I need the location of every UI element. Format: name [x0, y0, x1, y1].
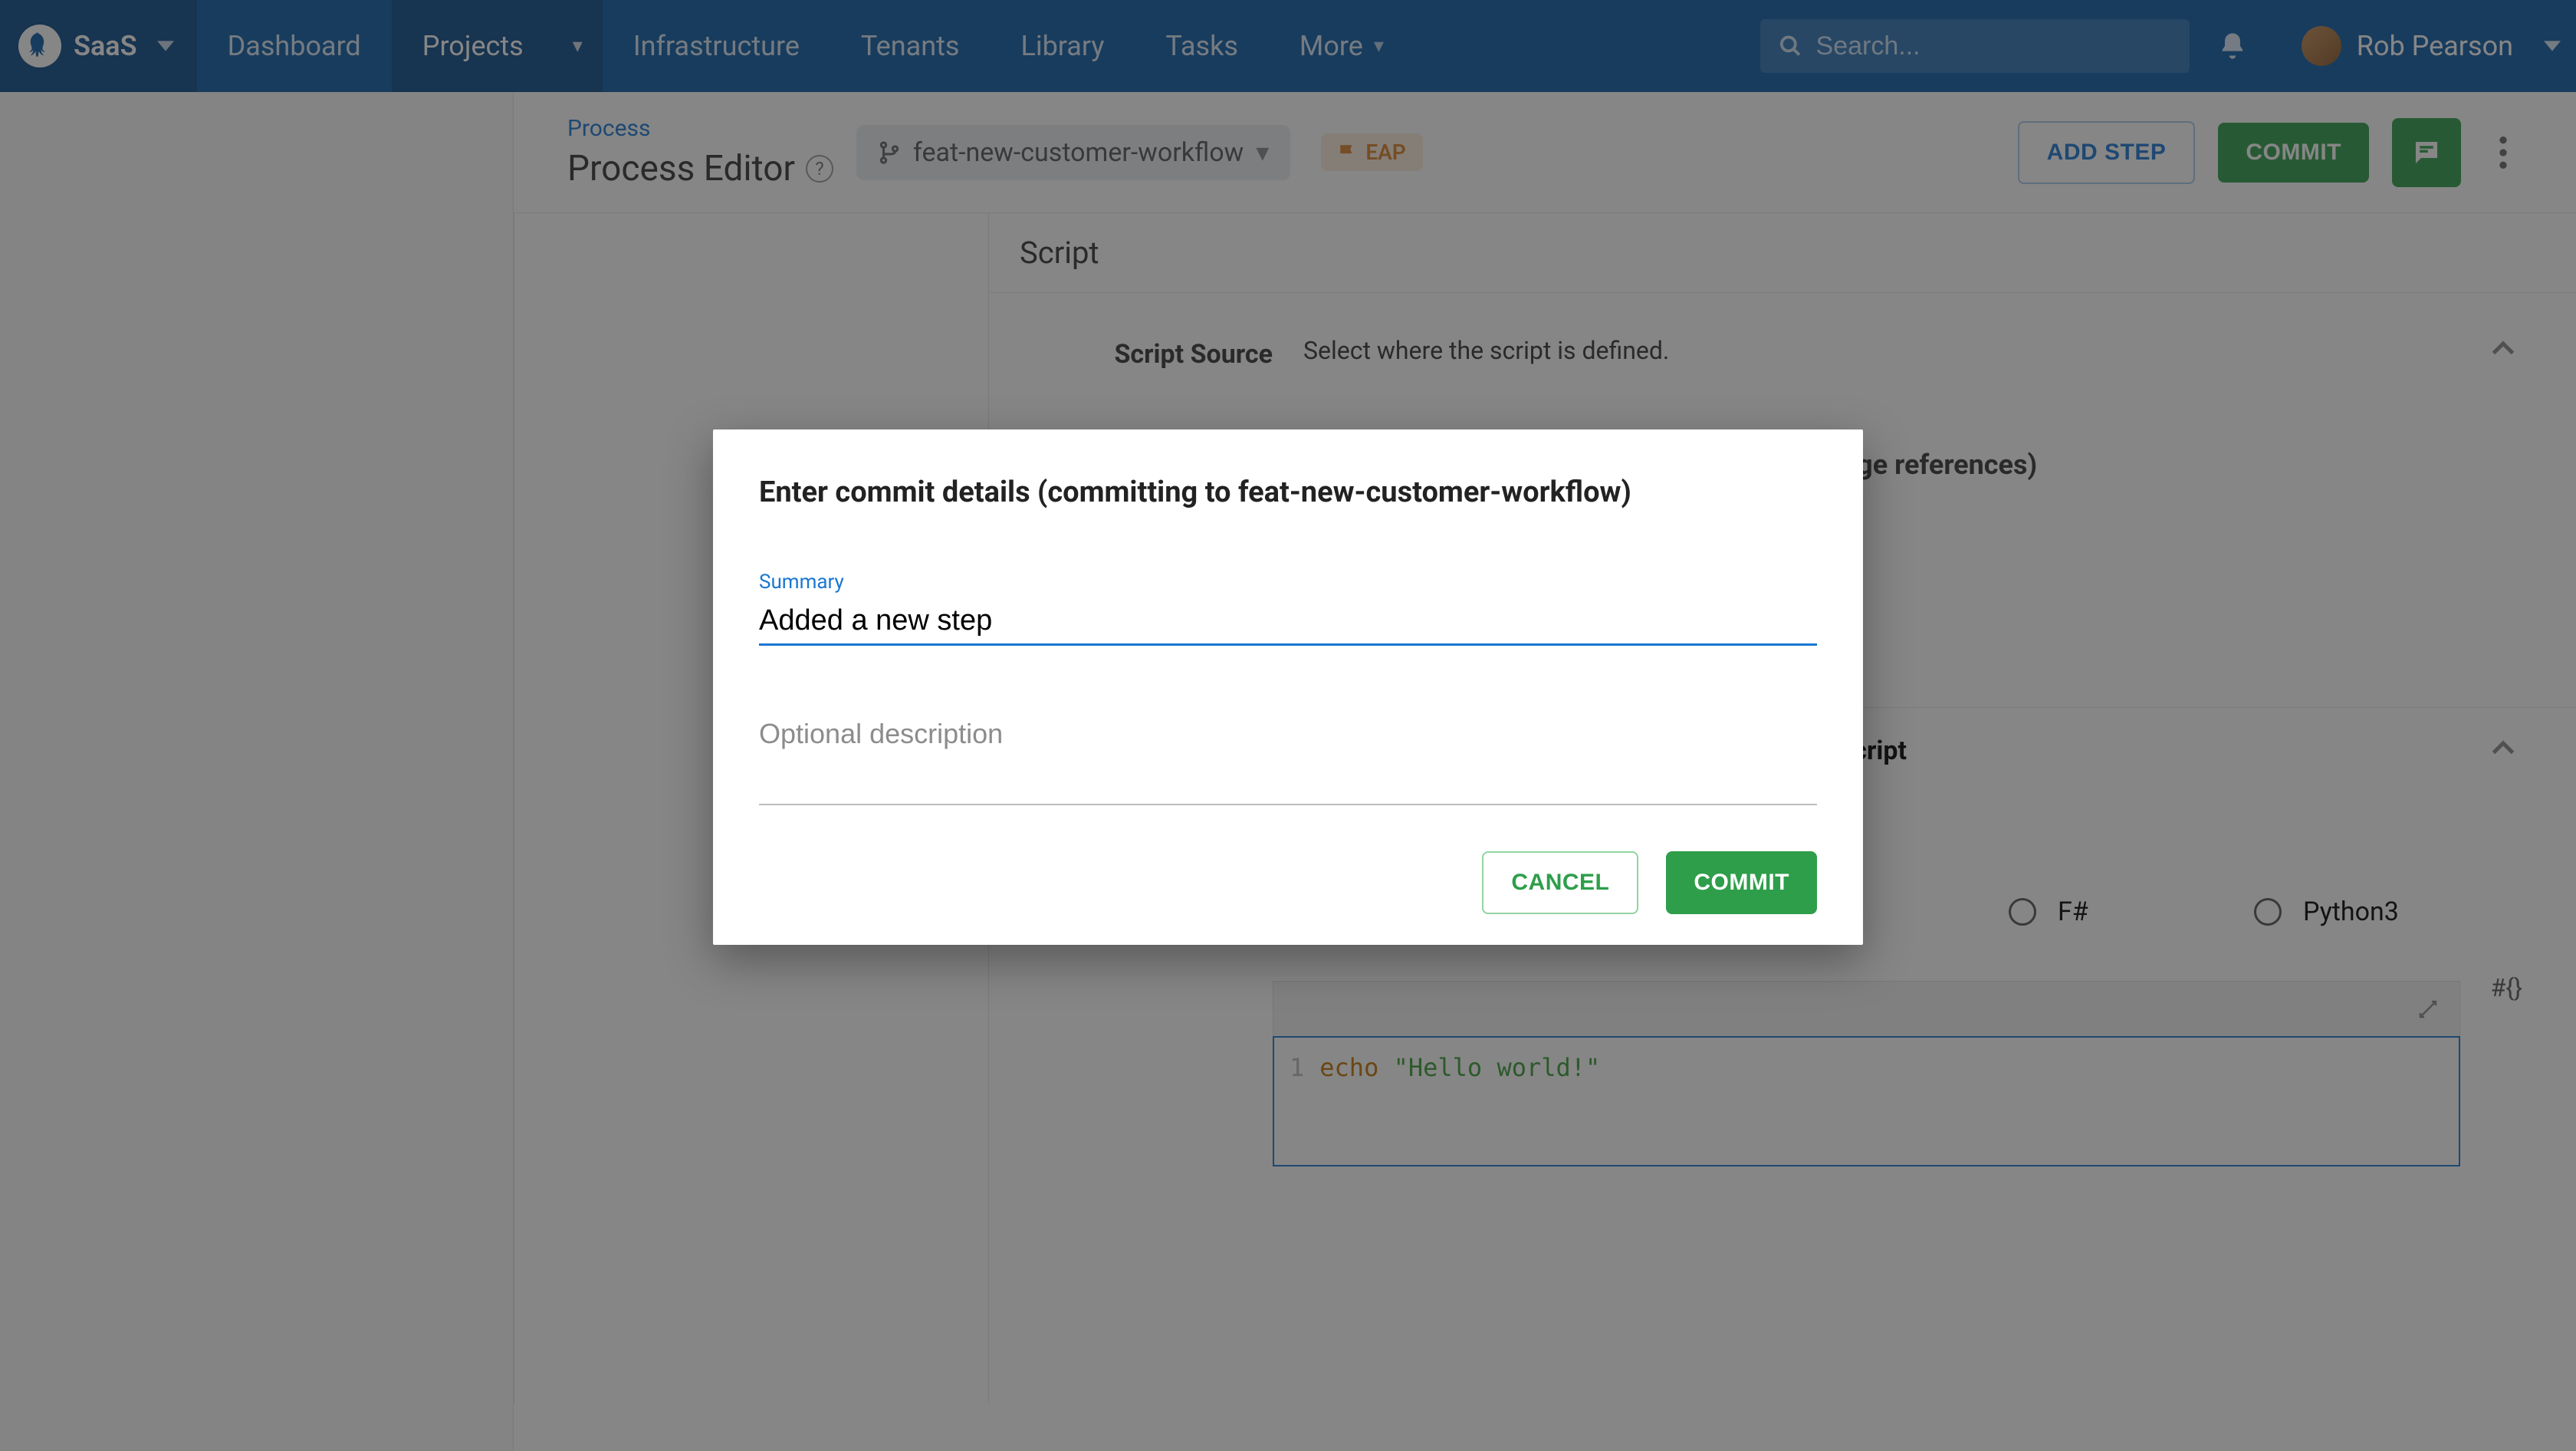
dialog-title: Enter commit details (committing to feat… — [759, 475, 1817, 509]
modal-overlay[interactable]: Enter commit details (committing to feat… — [0, 0, 2576, 1451]
cancel-button[interactable]: CANCEL — [1482, 851, 1638, 914]
description-input[interactable] — [759, 707, 1817, 805]
summary-input[interactable] — [759, 598, 1817, 646]
summary-label: Summary — [759, 571, 1817, 594]
commit-confirm-button[interactable]: COMMIT — [1666, 851, 1817, 914]
commit-dialog: Enter commit details (committing to feat… — [713, 429, 1863, 945]
